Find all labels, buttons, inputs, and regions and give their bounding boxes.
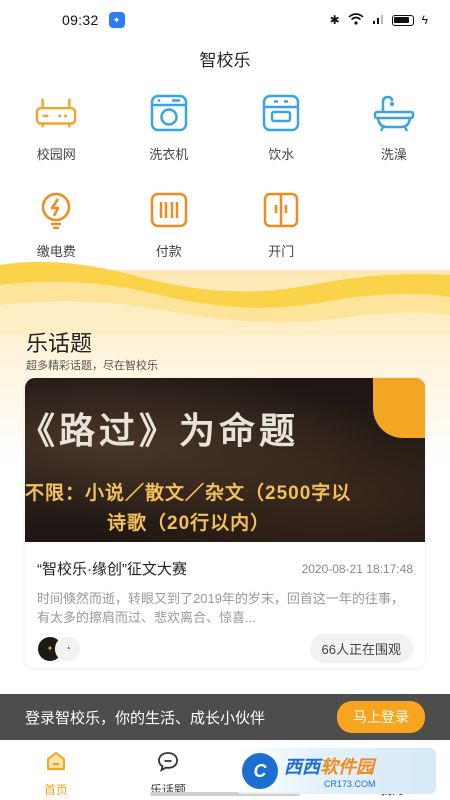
charging-icon: ϟ: [421, 13, 428, 27]
yellow-wave-divider: [0, 255, 450, 335]
avatar: ◔: [55, 635, 81, 662]
service-label: 饮水: [268, 147, 295, 162]
tab-label: 首页: [43, 783, 68, 797]
login-prompt-text: 登录智校乐，你的生活、成长小伙伴: [25, 709, 266, 727]
notification-app-icon: ✦: [108, 12, 125, 28]
services-grid: 校园网 洗衣机 饮水 洗澡 缴电费 付款 开门: [0, 92, 450, 260]
service-drinking-water[interactable]: 饮水: [225, 92, 338, 163]
tab-topics[interactable]: 乐话题: [112, 740, 224, 800]
router-icon: [35, 92, 77, 134]
tab-home[interactable]: 首页: [0, 740, 112, 800]
card-title[interactable]: “智校乐·缘创”征文大赛: [37, 558, 187, 579]
login-prompt-bar: 登录智校乐，你的生活、成长小伙伴 马上登录: [0, 694, 450, 740]
bathtub-icon: [373, 92, 415, 134]
watermark-text-b: 软件园: [320, 757, 374, 777]
banner-headline: 《路过》为命题: [25, 410, 300, 451]
status-bar: 09:32 ✦ ✱ ϟ: [0, 0, 450, 40]
page-title: 智校乐: [199, 51, 251, 70]
topic-card[interactable]: 《路过》为命题 不限：小说／散文／杂文（2500字以 诗歌（20行以内） “智校…: [25, 378, 425, 668]
service-payment[interactable]: 付款: [113, 189, 226, 260]
watermark-text-a: 西西: [284, 757, 320, 777]
lightbulb-icon: [35, 189, 77, 231]
payment-icon: [148, 189, 190, 231]
service-campus-network[interactable]: 校园网: [0, 92, 113, 163]
viewer-avatars: ✦ ◔: [37, 635, 81, 662]
card-footer: ✦ ◔ 66人正在围观: [37, 634, 413, 663]
topic-banner-image[interactable]: 《路过》为命题 不限：小说／散文／杂文（2500字以 诗歌（20行以内）: [25, 378, 425, 542]
service-label: 校园网: [36, 147, 76, 162]
service-shower[interactable]: 洗澡: [338, 92, 450, 163]
service-label: 洗衣机: [149, 147, 189, 162]
banner-line-genres: 不限：小说／散文／杂文（2500字以: [25, 483, 352, 504]
watermark-subtext: CR173.COM: [324, 779, 376, 789]
bluetooth-icon: ✱: [329, 13, 340, 27]
section-subtitle: 超多精彩话题，尽在智校乐: [26, 360, 158, 372]
login-button[interactable]: 马上登录: [337, 701, 425, 733]
site-watermark: C 西西软件园 CR173.COM: [236, 748, 436, 794]
service-label: 洗澡: [380, 147, 407, 162]
service-open-door[interactable]: 开门: [225, 189, 338, 260]
card-title-row: “智校乐·缘创”征文大赛 2020-08-21 18:17:48: [37, 558, 413, 579]
viewer-count-badge: 66人正在围观: [309, 634, 413, 663]
wifi-icon: [348, 12, 364, 28]
washing-machine-icon: [148, 92, 190, 134]
status-time: 09:32: [62, 12, 99, 28]
banner-corner-decoration: [373, 378, 425, 438]
signal-icon: [372, 13, 384, 28]
service-electricity-bill[interactable]: 缴电费: [0, 189, 113, 260]
watermark-logo-icon: C: [242, 753, 278, 789]
battery-icon: [391, 14, 414, 26]
section-title: 乐话题: [26, 331, 93, 356]
water-dispenser-icon: [260, 92, 302, 134]
card-date: 2020-08-21 18:17:48: [301, 561, 413, 576]
home-icon: [45, 750, 67, 777]
service-washing-machine[interactable]: 洗衣机: [113, 92, 226, 163]
chat-bubble-icon: [157, 750, 179, 777]
banner-line-poetry: 诗歌（20行以内）: [107, 513, 271, 534]
card-excerpt: 时间倏然而逝，转眼又到了2019年的岁末，回首这一年的往事，有太多的擦肩而过、悲…: [37, 591, 404, 625]
door-icon: [260, 189, 302, 231]
